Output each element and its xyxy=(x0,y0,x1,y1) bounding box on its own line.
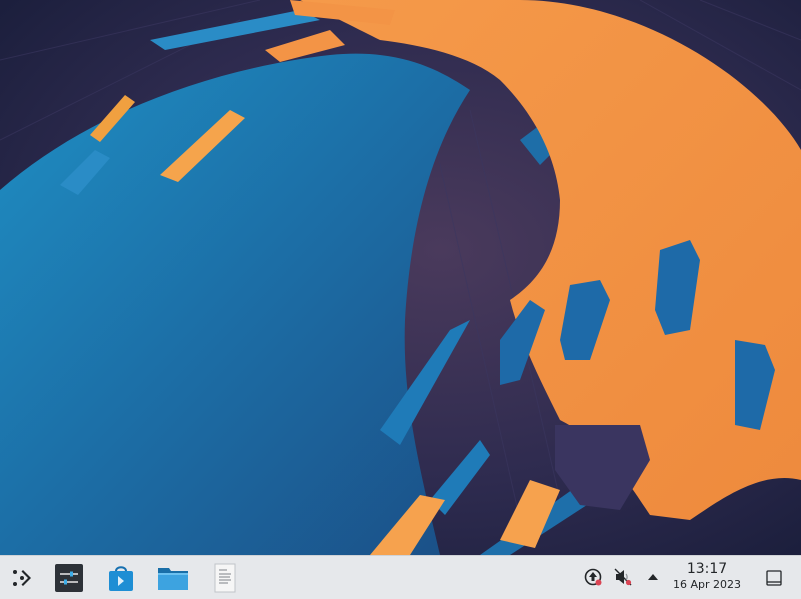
tray-expand-arrow-icon xyxy=(648,574,658,580)
text-document-icon xyxy=(214,563,236,593)
discover-store-icon xyxy=(109,566,133,591)
update-notifier-icon xyxy=(584,568,602,586)
system-settings-icon xyxy=(55,564,83,592)
application-launcher-button[interactable] xyxy=(4,560,40,596)
task-dolphin[interactable] xyxy=(153,560,193,596)
clock-date: 16 Apr 2023 xyxy=(672,578,741,591)
wallpaper-art xyxy=(0,0,801,555)
tray-volume[interactable] xyxy=(612,566,634,588)
taskbar-panel: 13:17 16 Apr 2023 xyxy=(0,555,801,599)
show-desktop-icon xyxy=(766,570,782,586)
task-system-settings[interactable] xyxy=(49,560,89,596)
volume-muted-icon xyxy=(614,568,632,586)
desktop-wallpaper xyxy=(0,0,801,555)
show-desktop-button[interactable] xyxy=(760,564,788,592)
tray-expand-button[interactable] xyxy=(642,566,664,588)
task-text-editor[interactable] xyxy=(205,560,245,596)
tray-update-notifier[interactable] xyxy=(582,566,604,588)
dolphin-folder-icon xyxy=(158,568,188,590)
digital-clock[interactable]: 13:17 16 Apr 2023 xyxy=(664,561,750,592)
task-discover[interactable] xyxy=(101,560,141,596)
kde-application-launcher-icon xyxy=(13,570,31,586)
clock-time: 13:17 xyxy=(686,561,728,577)
